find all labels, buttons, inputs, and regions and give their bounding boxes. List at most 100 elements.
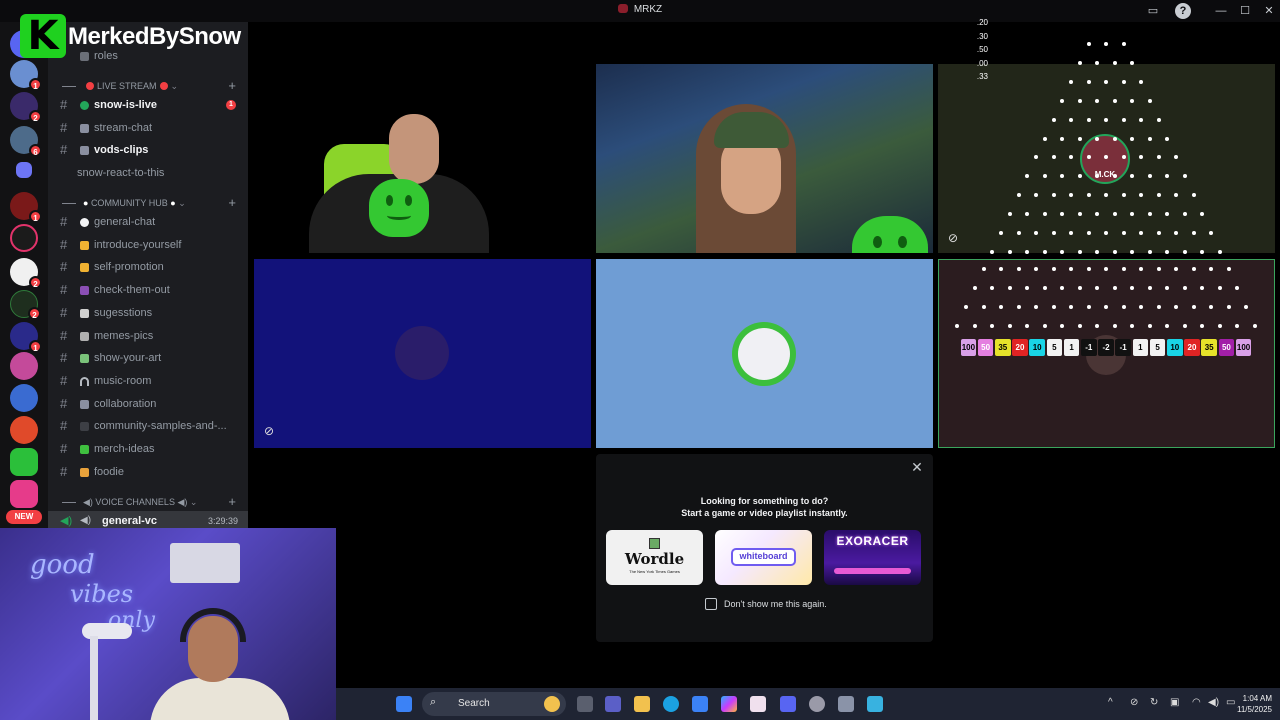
help-icon[interactable]: ? [1175,3,1191,19]
channel-foodie[interactable]: # foodie [48,462,248,482]
server-icon-7[interactable]: 2 [10,290,41,320]
wifi-icon[interactable]: ◠ [1192,697,1201,708]
edge-icon[interactable] [663,696,679,712]
channel-check-them-out[interactable]: # check-them-out [48,280,248,300]
folder-icon[interactable] [16,162,32,178]
mention-badge: 6 [29,144,42,157]
category-live-stream[interactable]: LIVE STREAM ⌄ + [48,77,248,95]
add-channel-icon[interactable]: + [228,493,236,511]
discord-icon[interactable] [780,696,796,712]
hash-icon: # [60,142,68,157]
activity-card-exoracer[interactable]: EXORACER [824,530,921,585]
notepad-icon[interactable] [867,696,883,712]
channel-merch-ideas[interactable]: # merch-ideas [48,439,248,459]
server-icon-12[interactable] [10,448,38,476]
add-channel-icon[interactable]: + [228,77,236,95]
plinko-peg [1007,286,1012,290]
slime-avatar-icon [369,179,429,237]
channel-music-room[interactable]: # music-room [48,371,248,391]
server-icon-8[interactable]: 1 [10,322,42,353]
plinko-peg [1034,305,1038,309]
channel-show-your-art[interactable]: # show-your-art [48,348,248,368]
channel-stream-chat[interactable]: # stream-chat [48,118,248,138]
video-tile-2[interactable] [596,64,933,253]
activity-card-wordle[interactable]: Wordle The New York Times Games [606,530,703,585]
minimize-button[interactable]: — [1213,3,1229,19]
server-icon-13[interactable] [10,480,38,508]
plinko-peg [1051,305,1056,309]
channel-self-promotion[interactable]: # self-promotion [48,257,248,277]
store-icon[interactable] [692,696,708,712]
channel-vods-clips[interactable]: # vods-clips [48,140,248,160]
channel-name: stream-chat [94,122,153,134]
volume-icon[interactable]: ◀) [1208,697,1219,708]
voice-channel-general-vc[interactable]: ◀) ◀) general-vc 3:29:39 [48,511,248,528]
taskbar-search[interactable]: ⌕ Search [422,692,566,716]
channel-snow-react-to-this[interactable]: snow-react-to-this [48,163,248,183]
category-divider [62,502,76,503]
obs-icon[interactable] [809,696,825,712]
video-tile-avatar-blue[interactable]: ⊘ [254,259,591,448]
plinko-peg [1086,305,1091,309]
server-icon-6[interactable]: 2 [10,258,42,289]
plinko-peg [1182,324,1187,328]
copilot-icon[interactable] [721,696,737,712]
battery-icon[interactable]: ▭ [1226,697,1235,708]
avatar-face [738,328,790,380]
server-icon-streamers[interactable]: 2 [10,92,42,123]
app-icon[interactable] [750,696,766,712]
category-voice-channels[interactable]: ◀) VOICE CHANNELS ◀) ⌄ + [48,493,248,511]
server-icon-2[interactable]: 1 [10,60,42,91]
channel-snow-is-live[interactable]: # snow-is-live 1 [48,95,248,115]
hash-icon: # [60,97,68,112]
teams-icon[interactable] [605,696,621,712]
server-icon-9[interactable] [10,352,38,380]
plinko-peg [1217,249,1222,254]
plinko-peg [1095,249,1100,254]
category-community-hub[interactable]: ● COMMUNITY HUB ● ⌄ + [48,194,248,212]
chevron-up-icon[interactable]: ^ [1108,697,1113,708]
odds-value: .20 [976,18,988,27]
maximize-button[interactable]: ☐ [1237,3,1253,19]
server-icon-3[interactable]: 6 [10,126,42,157]
network-off-icon[interactable]: ⊘ [1130,697,1138,708]
channel-introduce-yourself[interactable]: # introduce-yourself [48,235,248,255]
channel-general-chat[interactable]: # general-chat [48,212,248,232]
server-icon-11[interactable] [10,416,38,444]
plinko-peg [1060,136,1065,141]
plinko-peg [1156,193,1161,198]
task-view-icon[interactable] [577,696,593,712]
sync-icon[interactable]: ↻ [1150,697,1158,708]
plinko-peg [1147,249,1152,254]
server-list: 1 2 6 1 2 2 1 NEW [0,22,48,528]
channel-memes-pics[interactable]: # memes-pics [48,326,248,346]
channel-name: check-them-out [94,284,170,296]
settings-icon[interactable] [838,696,854,712]
channel-sugesstions[interactable]: # sugesstions [48,303,248,323]
hash-icon: # [60,282,68,297]
channel-collaboration[interactable]: # collaboration [48,394,248,414]
inbox-icon[interactable]: ▭ [1145,3,1161,19]
server-icon-4[interactable]: 1 [10,192,42,223]
file-explorer-icon[interactable] [634,696,650,712]
plinko-peg [1200,249,1205,254]
activity-card-whiteboard[interactable]: whiteboard [715,530,812,585]
security-icon[interactable]: ▣ [1170,697,1179,708]
plinko-peg [1174,267,1178,271]
plinko-peg [1060,98,1065,103]
hash-icon: # [60,350,68,365]
search-icon: ⌕ [430,696,437,708]
add-channel-icon[interactable]: + [228,194,236,212]
server-icon-10[interactable] [10,384,38,412]
mention-badge: 1 [29,78,42,91]
close-icon[interactable]: ✕ [909,459,925,475]
start-menu-icon[interactable] [396,696,412,712]
plinko-peg [1121,79,1126,84]
server-icon-5[interactable] [10,224,38,252]
channel-community-samples[interactable]: # community-samples-and-... [48,416,248,436]
close-window-button[interactable]: ✕ [1261,3,1277,19]
video-tile-1[interactable] [254,64,591,253]
taskbar-clock[interactable]: 1:04 AM 11/5/2025 [1237,693,1272,715]
video-tile-avatar-sky[interactable] [596,259,933,448]
dont-show-again-checkbox[interactable] [705,598,717,610]
